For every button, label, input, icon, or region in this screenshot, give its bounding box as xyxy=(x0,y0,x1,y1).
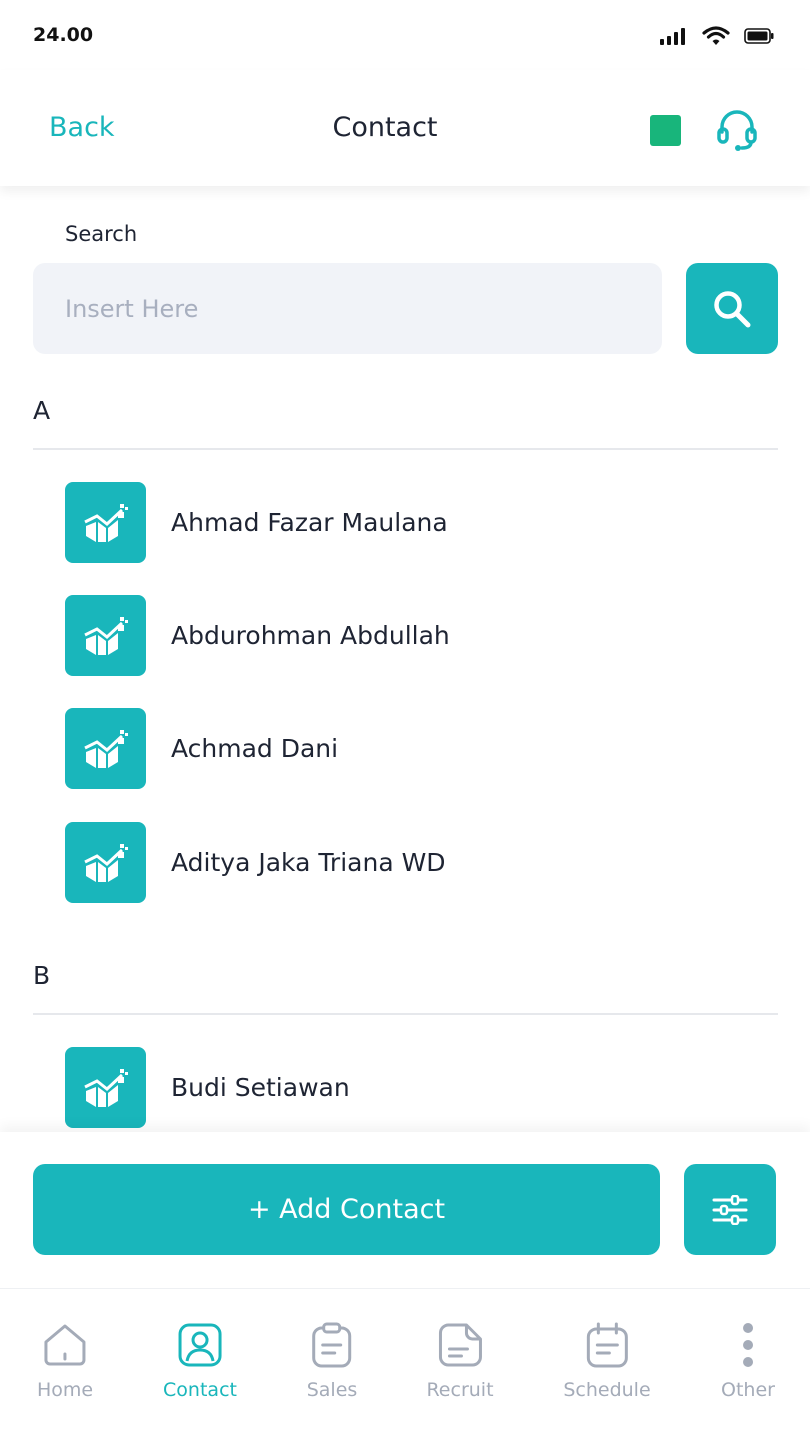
section-divider xyxy=(33,448,778,450)
filter-button[interactable] xyxy=(684,1164,776,1255)
contact-row[interactable]: Abdurohman Abdullah xyxy=(65,595,765,676)
nav-label: Other xyxy=(721,1379,775,1401)
contact-name: Ahmad Fazar Maulana xyxy=(171,508,448,537)
nav-item-contact[interactable]: Contact xyxy=(163,1321,237,1401)
search-input[interactable] xyxy=(33,263,662,354)
nav-label: Schedule xyxy=(563,1379,651,1401)
contact-row[interactable]: Ahmad Fazar Maulana xyxy=(65,482,765,563)
headset-icon[interactable] xyxy=(716,108,758,152)
contact-icon xyxy=(178,1323,222,1367)
nav-label: Sales xyxy=(306,1379,358,1401)
contact-name: Achmad Dani xyxy=(171,734,339,763)
section-header: A xyxy=(33,396,51,425)
company-logo-icon xyxy=(83,729,128,768)
add-contact-button[interactable]: + Add Contact xyxy=(33,1164,660,1255)
company-logo-icon xyxy=(83,843,128,882)
nav-item-other[interactable]: Other xyxy=(721,1321,775,1401)
nav-label: Contact xyxy=(163,1379,237,1401)
avatar xyxy=(65,822,146,903)
contact-row[interactable]: Budi Setiawan xyxy=(65,1047,765,1128)
status-bar: 24.00 xyxy=(0,0,810,70)
calendar-icon xyxy=(586,1322,628,1368)
nav-label: Home xyxy=(36,1379,94,1401)
status-indicator xyxy=(650,115,681,146)
wifi-icon xyxy=(702,26,730,45)
contact-name: Budi Setiawan xyxy=(171,1073,350,1102)
battery-icon xyxy=(744,28,774,44)
contact-name: Abdurohman Abdullah xyxy=(171,621,450,650)
status-icons xyxy=(660,26,774,46)
app-header: Back Contact xyxy=(0,70,810,186)
signal-icon xyxy=(660,28,685,45)
document-icon xyxy=(438,1323,482,1367)
search-icon xyxy=(714,290,751,327)
contact-row[interactable]: Achmad Dani xyxy=(65,708,765,789)
bottom-nav: Home Contact Sales Recruit Schedule Othe… xyxy=(0,1288,810,1440)
status-time: 24.00 xyxy=(33,24,94,46)
company-logo-icon xyxy=(83,1068,128,1107)
nav-label: Recruit xyxy=(426,1379,494,1401)
search-button[interactable] xyxy=(686,263,778,354)
avatar xyxy=(65,482,146,563)
action-bar: + Add Contact xyxy=(0,1132,810,1288)
avatar xyxy=(65,595,146,676)
company-logo-icon xyxy=(83,503,128,542)
home-icon xyxy=(44,1324,86,1366)
sliders-icon xyxy=(712,1194,748,1225)
company-logo-icon xyxy=(83,616,128,655)
nav-item-home[interactable]: Home xyxy=(37,1321,93,1401)
contact-row[interactable]: Aditya Jaka Triana WD xyxy=(65,822,765,903)
clipboard-icon xyxy=(312,1322,352,1368)
nav-item-schedule[interactable]: Schedule xyxy=(563,1321,651,1401)
avatar xyxy=(65,1047,146,1128)
nav-item-sales[interactable]: Sales xyxy=(306,1321,358,1401)
contact-name: Aditya Jaka Triana WD xyxy=(171,848,446,877)
section-divider xyxy=(33,1013,778,1015)
search-label: Search xyxy=(65,222,138,246)
nav-item-recruit[interactable]: Recruit xyxy=(426,1321,494,1401)
avatar xyxy=(65,708,146,789)
more-vertical-icon xyxy=(742,1323,753,1367)
section-header: B xyxy=(33,961,51,990)
